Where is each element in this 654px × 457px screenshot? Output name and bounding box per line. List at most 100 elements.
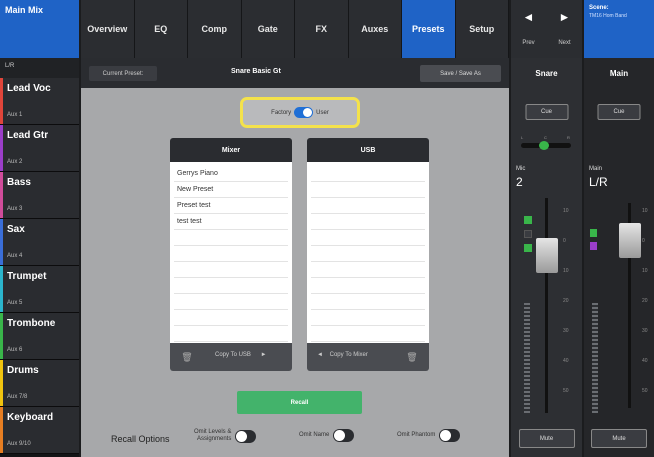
mixer-panel-footer: 🗑 Copy To USB ► <box>170 343 292 371</box>
level-meter <box>524 303 530 413</box>
prev-label: Prev <box>522 40 535 46</box>
channel-name: Trumpet <box>7 271 47 282</box>
list-item <box>311 198 425 214</box>
main-mute-button[interactable]: Mute <box>591 429 647 448</box>
omit-name-label: Omit Name <box>299 432 330 438</box>
fader-tick-label: 50 <box>642 388 648 394</box>
scene-value: TM16 Hom Band <box>589 13 627 19</box>
channel-item[interactable]: Lead Gtr Aux 2 <box>0 125 79 172</box>
omit-name-switch[interactable] <box>333 429 355 442</box>
main-fader[interactable] <box>619 223 641 258</box>
pan-control[interactable]: L C R <box>521 135 571 153</box>
channel-color-bar <box>0 360 3 406</box>
fader-tick-label: 20 <box>563 298 569 304</box>
list-item <box>174 246 288 262</box>
channel-aux: Aux 3 <box>7 206 23 212</box>
list-item <box>174 310 288 326</box>
fader-tick-label: 10 <box>642 268 648 274</box>
factory-user-switch[interactable] <box>294 107 314 118</box>
prev-button[interactable]: ◄ Prev <box>511 0 546 58</box>
tab-eq[interactable]: EQ <box>134 0 188 58</box>
current-preset-label: Current Preset: <box>89 66 157 81</box>
snare-cue-button[interactable]: Cue <box>525 104 568 120</box>
channel-item[interactable]: Bass Aux 3 <box>0 172 79 219</box>
pan-knob[interactable] <box>539 141 549 150</box>
omit-levels-switch[interactable] <box>235 429 257 443</box>
arrow-right-icon: ► <box>260 352 267 358</box>
omit-name-option[interactable]: Omit Name <box>299 429 355 442</box>
channel-name: Trombone <box>7 318 56 329</box>
main-out-label: Main <box>589 166 603 172</box>
copy-to-mixer-button[interactable]: ◄ Copy To Mixer <box>317 352 368 358</box>
channel-list: Main Mix L/R Lead Voc Aux 1 Lead Gtr Aux 2 B… <box>0 0 79 457</box>
list-item[interactable]: test test <box>174 214 288 230</box>
channel-item[interactable]: Sax Aux 4 <box>0 219 79 266</box>
omit-levels-option[interactable]: Omit Levels & Assignments <box>194 429 257 443</box>
tab-presets[interactable]: Presets <box>402 0 456 58</box>
factory-user-toggle[interactable]: Factory User <box>240 97 360 128</box>
copy-to-usb-button[interactable]: Copy To USB ► <box>215 352 267 358</box>
channel-name: Keyboard <box>7 412 54 423</box>
usb-panel-footer: ◄ Copy To Mixer 🗑 <box>307 343 429 371</box>
usb-preset-list <box>307 162 429 343</box>
save-as-button[interactable]: Save / Save As <box>420 65 501 82</box>
list-item[interactable]: Preset test <box>174 198 288 214</box>
snare-fader[interactable] <box>536 238 558 273</box>
tab-setup[interactable]: Setup <box>455 0 509 58</box>
usb-panel-title: USB <box>307 138 429 162</box>
channel-color-bar <box>0 172 3 218</box>
mix-selector[interactable]: Main Mix <box>0 0 79 58</box>
fader-tick-label: 0 <box>642 238 645 244</box>
channel-name: Lead Voc <box>7 83 51 94</box>
fader-tick-label: 30 <box>642 328 648 334</box>
list-item <box>174 262 288 278</box>
fader-tick-label: 40 <box>642 358 648 364</box>
channel-aux: Aux 5 <box>7 300 23 306</box>
trash-icon[interactable]: 🗑 <box>405 350 419 364</box>
trash-icon[interactable]: 🗑 <box>180 350 194 364</box>
scene-box[interactable]: Scene: TM16 Hom Band <box>584 0 654 58</box>
input-number: 2 <box>516 175 523 189</box>
list-item[interactable]: Gerrys Piano <box>174 166 288 182</box>
prev-icon: ◄ <box>522 10 535 24</box>
signal-led <box>524 216 532 224</box>
list-item <box>311 214 425 230</box>
fader-tick-label: 10 <box>563 268 569 274</box>
tab-fx[interactable]: FX <box>295 0 349 58</box>
channel-color-bar <box>0 407 3 453</box>
channel-item[interactable]: Trumpet Aux 5 <box>0 266 79 313</box>
omit-phantom-switch[interactable] <box>439 429 461 442</box>
tab-auxes[interactable]: Auxes <box>348 0 402 58</box>
channel-aux: Aux 7/8 <box>7 394 28 400</box>
channel-item[interactable]: Lead Voc Aux 1 <box>0 78 79 125</box>
list-item <box>311 326 425 342</box>
tab-comp[interactable]: Comp <box>188 0 242 58</box>
channel-item[interactable]: Keyboard Aux 9/10 <box>0 407 79 454</box>
channel-color-bar <box>0 125 3 171</box>
omit-phantom-option[interactable]: Omit Phantom <box>397 429 461 442</box>
presets-content: Factory User Mixer Gerrys Piano New Prese… <box>81 88 509 457</box>
tab-gate[interactable]: Gate <box>241 0 295 58</box>
snare-mute-button[interactable]: Mute <box>518 429 575 448</box>
channel-color-bar <box>0 313 3 359</box>
channel-color-bar <box>0 219 3 265</box>
status-led <box>524 230 532 238</box>
main-cue-button[interactable]: Cue <box>597 104 641 120</box>
channel-name: Bass <box>7 177 31 188</box>
list-item[interactable]: New Preset <box>174 182 288 198</box>
fader-tick-label: 10 <box>642 208 648 214</box>
list-item <box>311 262 425 278</box>
preset-bar: Current Preset: Snare Basic Gt Save / Sa… <box>81 58 509 88</box>
fader-tick-label: 30 <box>563 328 569 334</box>
list-item <box>311 182 425 198</box>
channel-item[interactable]: Drums Aux 7/8 <box>0 360 79 407</box>
snare-strip-title: Snare <box>535 68 558 78</box>
next-button[interactable]: ► Next <box>547 0 582 58</box>
arrow-left-icon: ◄ <box>317 352 323 358</box>
channel-item[interactable]: Trombone Aux 6 <box>0 313 79 360</box>
list-item <box>311 278 425 294</box>
tab-overview[interactable]: Overview <box>81 0 135 58</box>
omit-phantom-label: Omit Phantom <box>397 432 436 438</box>
recall-button[interactable]: Recall <box>237 391 362 414</box>
list-item <box>311 166 425 182</box>
